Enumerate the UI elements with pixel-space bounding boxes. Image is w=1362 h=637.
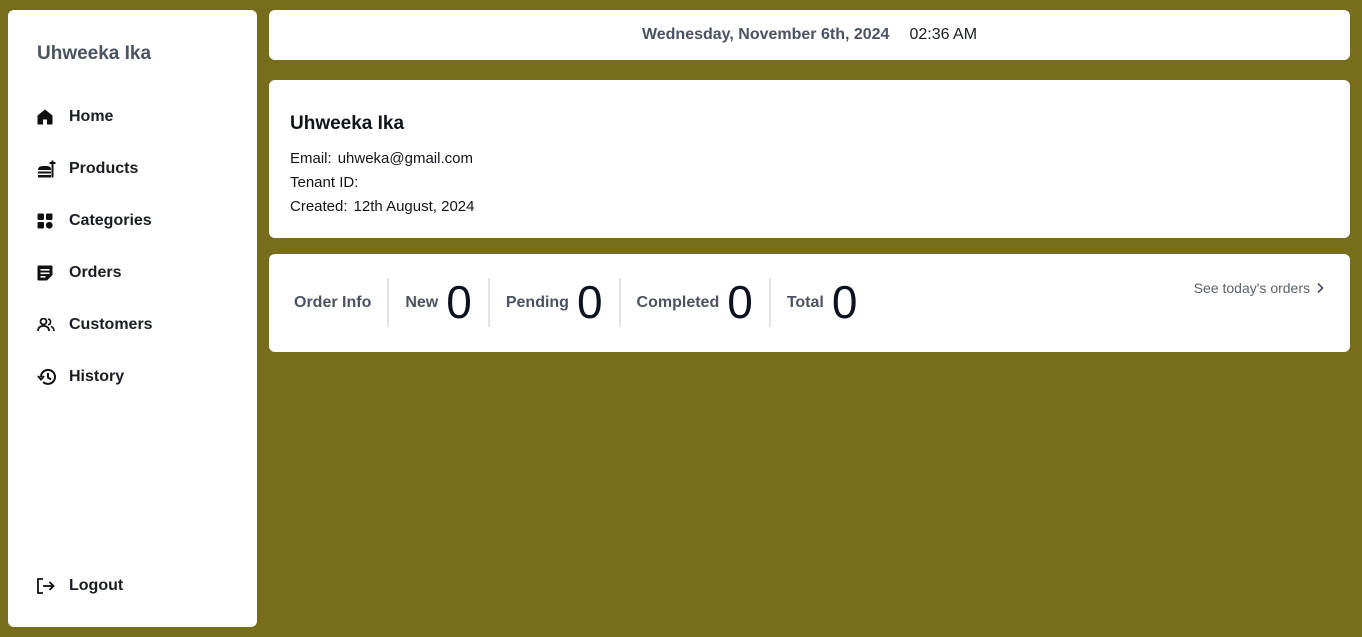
- sidebar-item-customers[interactable]: Customers: [37, 299, 247, 351]
- stat-completed: Completed 0: [618, 276, 769, 328]
- stat-value: 0: [831, 276, 858, 328]
- stat-pending: Pending 0: [487, 276, 619, 328]
- products-icon: [37, 159, 57, 179]
- profile-name: Uhweeka Ika: [290, 113, 405, 134]
- chevron-right-icon: [1317, 282, 1324, 294]
- email-label: Email:: [290, 150, 332, 167]
- see-todays-orders-link[interactable]: See today's orders: [1194, 280, 1324, 296]
- current-date: Wednesday, November 6th, 2024: [641, 26, 890, 43]
- see-todays-orders-label: See today's orders: [1193, 280, 1310, 296]
- sidebar-item-label: Home: [69, 108, 114, 125]
- order-info-title-cell: Order Info: [286, 278, 387, 327]
- sidebar-item-label: Orders: [69, 264, 122, 281]
- created-value: 12th August, 2024: [353, 198, 475, 215]
- order-info-card: Order Info New 0 Pending 0 Completed 0 T…: [269, 254, 1350, 352]
- sidebar-item-history[interactable]: History: [37, 351, 247, 403]
- profile-tenant-row: Tenant ID:: [290, 171, 474, 195]
- current-time: 02:36 AM: [909, 26, 978, 43]
- sidebar-item-home[interactable]: Home: [37, 91, 247, 143]
- stat-total: Total 0: [768, 276, 874, 328]
- sidebar-item-products[interactable]: Products: [37, 143, 247, 195]
- date-time-bar: Wednesday, November 6th, 2024 02:36 AM: [269, 10, 1350, 60]
- profile-details: Email: uhweka@gmail.com Tenant ID: Create…: [290, 147, 474, 219]
- sidebar-item-label: Customers: [69, 316, 153, 333]
- logout-label: Logout: [69, 577, 124, 594]
- customers-icon: [37, 315, 57, 335]
- profile-card: Uhweeka Ika Email: uhweka@gmail.com Tenan…: [269, 80, 1350, 238]
- order-info-title: Order Info: [294, 293, 372, 311]
- profile-email-row: Email: uhweka@gmail.com: [290, 147, 474, 171]
- stat-value: 0: [446, 276, 472, 328]
- categories-icon: [37, 211, 57, 231]
- sidebar-item-categories[interactable]: Categories: [37, 195, 247, 247]
- sidebar-item-label: Categories: [69, 212, 152, 229]
- logout-icon: [37, 576, 57, 596]
- logout-button[interactable]: Logout: [37, 560, 123, 612]
- sidebar-item-orders[interactable]: Orders: [37, 247, 247, 299]
- order-stats: Order Info New 0 Pending 0 Completed 0 T…: [286, 278, 873, 327]
- sidebar-item-label: Products: [69, 160, 139, 177]
- sidebar-nav: Home Products Categories Orders Customer…: [37, 91, 247, 403]
- stat-value: 0: [727, 276, 753, 328]
- stat-label: Completed: [636, 293, 720, 311]
- home-icon: [37, 107, 57, 127]
- sidebar: Uhweeka Ika Home Products Categories Ord…: [8, 10, 257, 627]
- email-value: uhweka@gmail.com: [337, 150, 473, 167]
- stat-label: New: [405, 293, 439, 311]
- orders-icon: [37, 263, 57, 283]
- stat-new: New 0: [387, 278, 488, 327]
- profile-created-row: Created: 12th August, 2024: [290, 195, 474, 219]
- stat-value: 0: [576, 276, 603, 328]
- brand-name: Uhweeka Ika: [37, 43, 152, 64]
- history-icon: [37, 367, 57, 387]
- created-label: Created:: [290, 198, 348, 215]
- stat-label: Pending: [505, 293, 569, 311]
- stat-label: Total: [786, 293, 824, 311]
- sidebar-item-label: History: [69, 368, 125, 385]
- tenant-id-label: Tenant ID:: [290, 174, 359, 191]
